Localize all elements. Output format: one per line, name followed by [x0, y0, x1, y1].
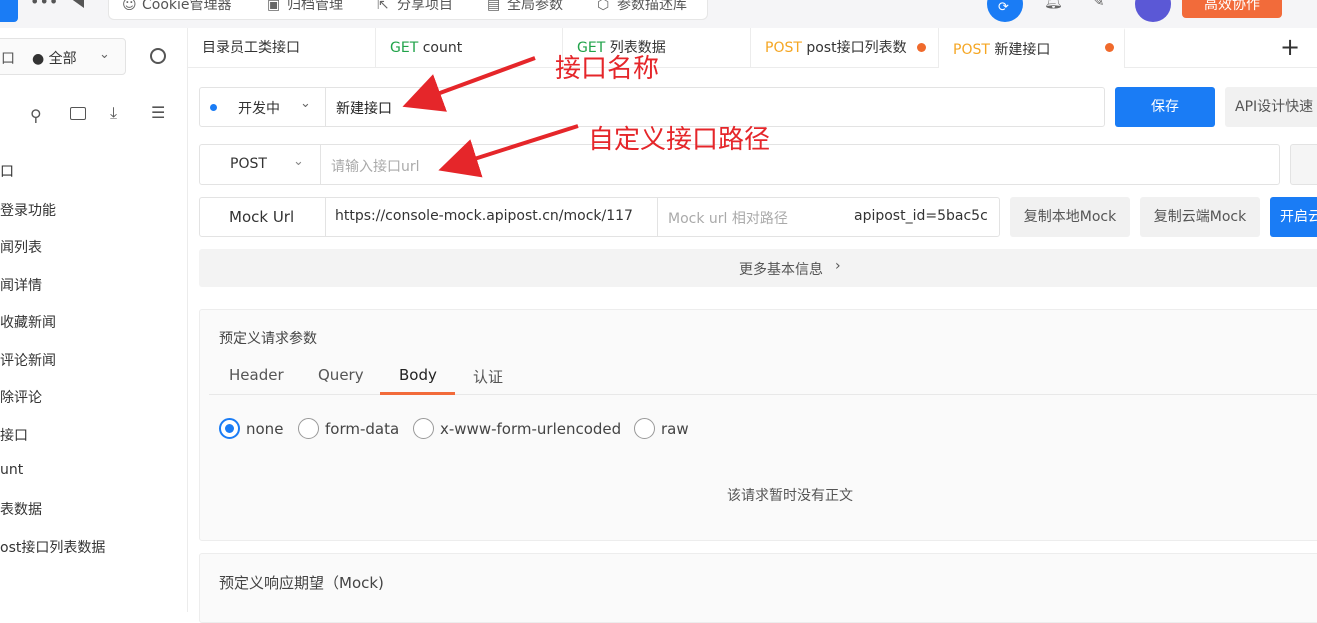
- annotation-arrows: [402, 56, 579, 178]
- arrow-to-api-name: [402, 56, 536, 112]
- arrow-to-api-path: [438, 124, 579, 178]
